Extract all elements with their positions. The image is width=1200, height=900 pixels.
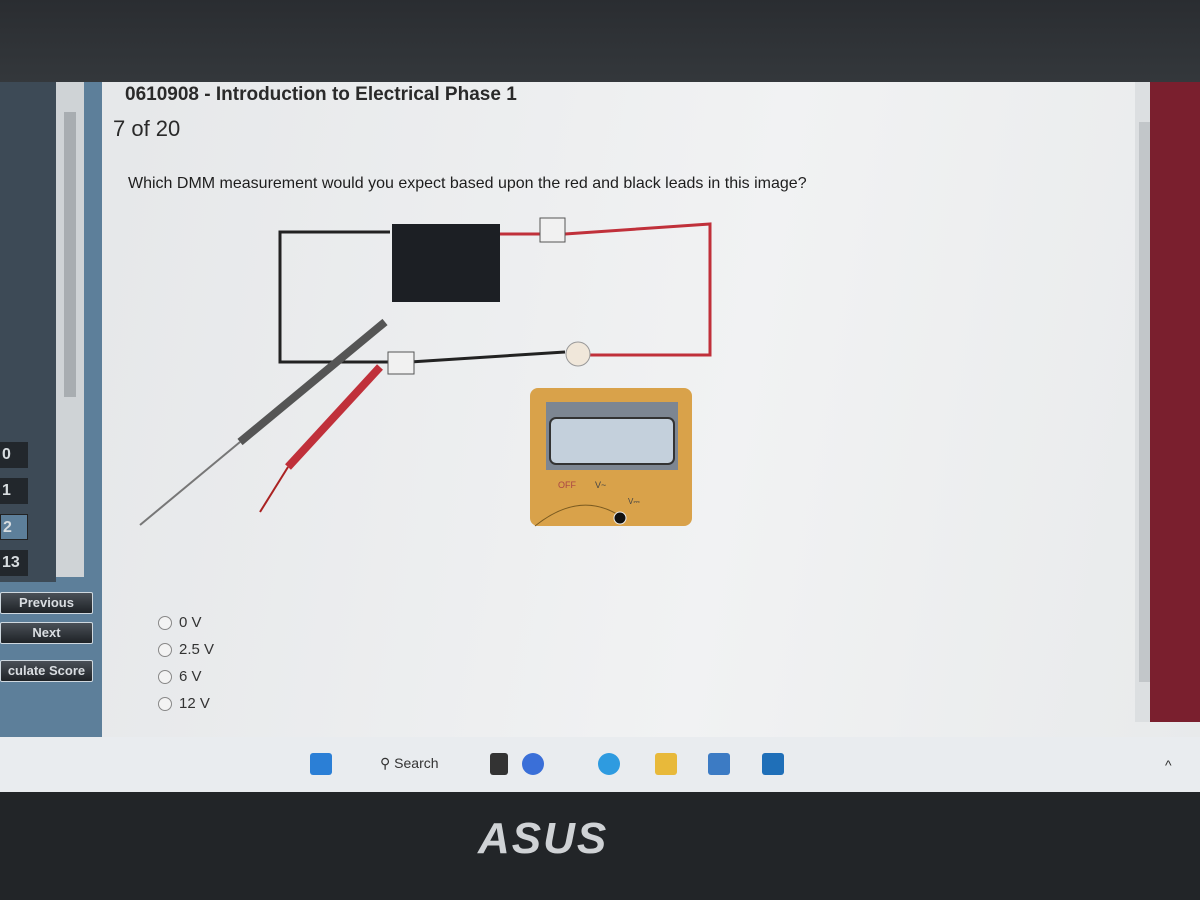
red-probe — [259, 364, 383, 513]
radio-button[interactable] — [158, 615, 172, 630]
laptop-bezel-bottom: ASUS — [0, 792, 1200, 900]
course-title: 0610908 - Introduction to Electrical Pha… — [125, 84, 517, 105]
radio-button[interactable] — [158, 669, 172, 684]
multimeter: OFF V~ V⎓ — [530, 388, 692, 527]
black-probe — [139, 318, 388, 526]
question-counter: 7 of 20 — [113, 116, 181, 141]
answer-option[interactable]: 0 V — [158, 609, 214, 636]
store-icon[interactable] — [708, 753, 730, 775]
search-icon: ⚲ — [380, 755, 395, 771]
lamp-icon — [565, 341, 591, 367]
task-view-icon[interactable] — [490, 753, 508, 775]
option-label: 6 V — [179, 668, 202, 685]
question-number-item[interactable]: 1 — [0, 478, 28, 504]
search-label: Search — [394, 755, 439, 771]
windows-start-icon[interactable] — [310, 753, 332, 775]
red-wire — [500, 222, 712, 357]
chevron-up-icon[interactable]: ^ — [1165, 757, 1172, 773]
question-number-item[interactable]: 0 — [0, 442, 28, 468]
meter-vac-label: V~ — [595, 480, 606, 490]
question-number-item-selected[interactable]: 2 — [0, 514, 28, 540]
asus-logo: ASUS — [478, 814, 609, 863]
answer-options: 0 V 2.5 V 6 V 12 V — [158, 609, 214, 717]
battery-icon — [392, 224, 500, 302]
next-button[interactable]: Next — [0, 622, 93, 644]
app-icon[interactable] — [762, 753, 784, 775]
scrollbar-thumb[interactable] — [64, 112, 76, 397]
circuit-diagram: OFF V~ V⎓ — [139, 217, 712, 527]
question-list-scrollbar[interactable] — [56, 82, 84, 577]
radio-button[interactable] — [158, 642, 172, 657]
background-window — [1150, 82, 1200, 722]
radio-button[interactable] — [158, 696, 172, 711]
previous-button[interactable]: Previous — [0, 592, 93, 614]
meter-off-label: OFF — [558, 480, 576, 490]
taskbar: ⚲ Search ^ — [0, 737, 1200, 792]
multimeter-dial[interactable] — [613, 511, 627, 525]
meter-vdc-label: V⎓ — [628, 497, 640, 506]
option-label: 2.5 V — [179, 641, 215, 658]
question-number-item[interactable]: 13 — [0, 550, 28, 576]
option-label: 0 V — [179, 614, 202, 631]
question-sidebar: 0 1 2 13 Previous Next culate Score — [0, 82, 102, 737]
edge-icon[interactable] — [598, 753, 620, 775]
answer-option[interactable]: 2.5 V — [158, 636, 214, 663]
chat-icon[interactable] — [522, 753, 544, 775]
taskbar-search[interactable]: ⚲ Search — [380, 755, 439, 772]
file-explorer-icon[interactable] — [655, 753, 677, 775]
answer-option[interactable]: 6 V — [158, 663, 214, 690]
laptop-bezel-top — [0, 0, 1200, 85]
answer-option[interactable]: 12 V — [158, 690, 214, 717]
switch-icon — [387, 351, 415, 375]
question-list: 0 1 2 13 — [0, 82, 56, 582]
question-text: Which DMM measurement would you expect b… — [128, 175, 807, 192]
multimeter-display — [549, 417, 675, 465]
calculate-score-button[interactable]: culate Score — [0, 660, 93, 682]
option-label: 12 V — [179, 695, 210, 712]
screen: 0 1 2 13 Previous Next culate Score 0610… — [0, 82, 1200, 792]
switch-icon — [539, 217, 566, 243]
